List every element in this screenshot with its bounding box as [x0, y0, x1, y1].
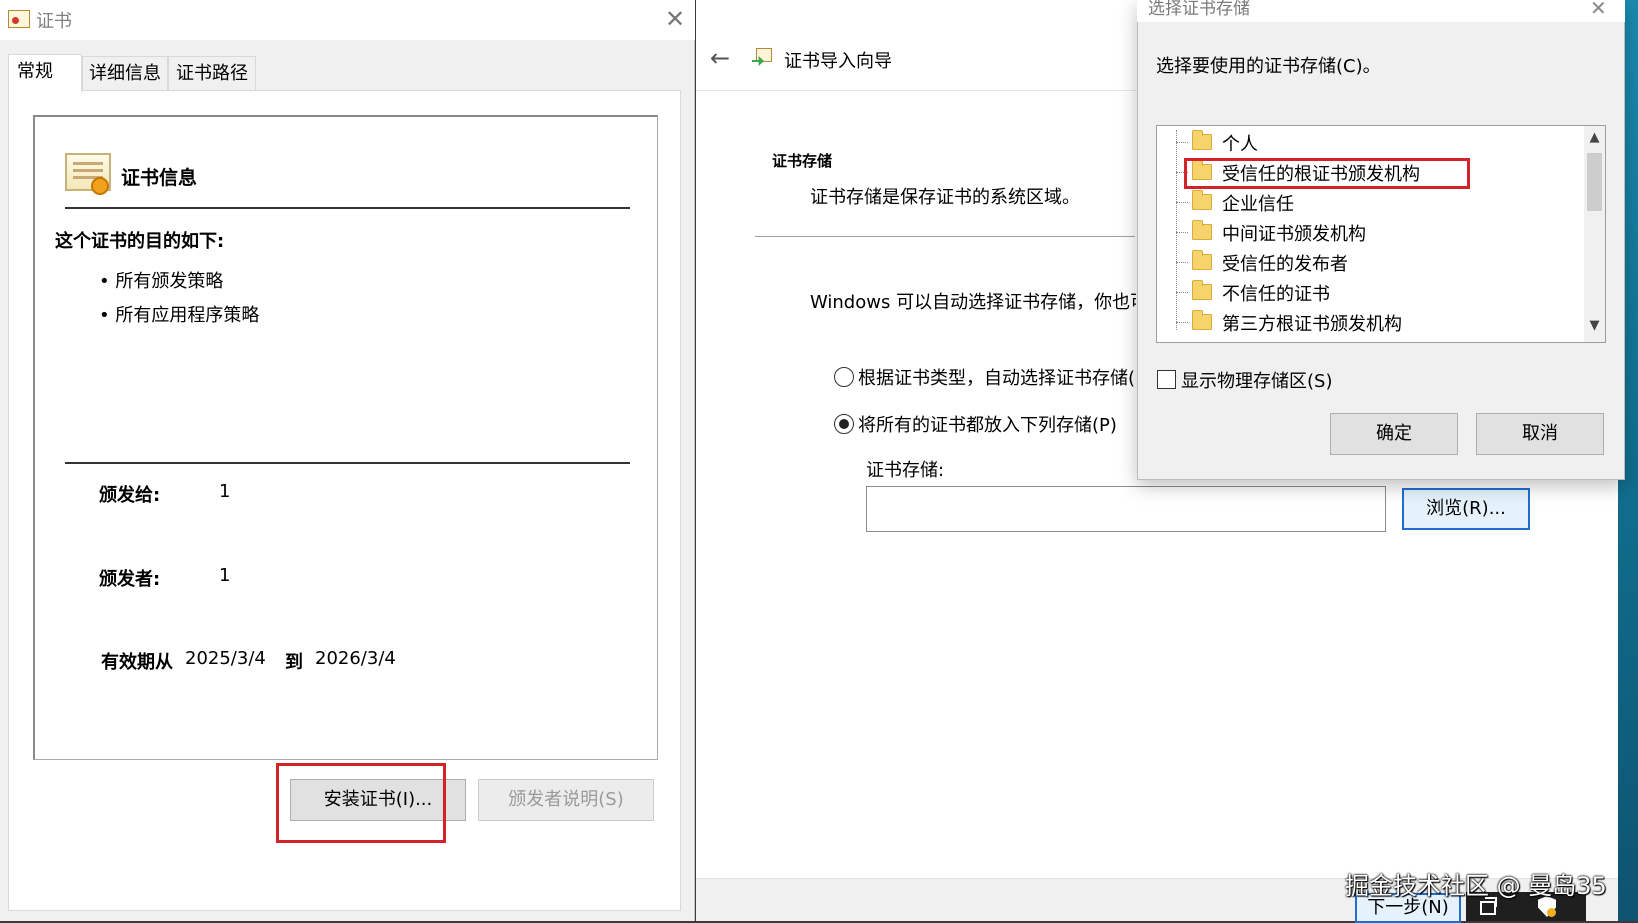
issued-by-label: 颁发者:: [99, 569, 161, 590]
folder-icon: [1192, 310, 1212, 330]
radio-auto-select-store[interactable]: [834, 367, 854, 387]
folder-icon: [1192, 220, 1212, 240]
issued-by-value: 1: [219, 565, 231, 586]
certificate-store-input[interactable]: [866, 486, 1386, 532]
tree-item-intermediate-ca[interactable]: 中间证书颁发机构: [1176, 218, 1576, 246]
wizard-import-icon: [752, 46, 774, 68]
scroll-down-icon[interactable]: ▼: [1584, 318, 1605, 336]
show-physical-stores-checkbox[interactable]: [1157, 370, 1176, 389]
store-section-description: 证书存储是保存证书的系统区域。: [810, 187, 1080, 208]
certificate-app-icon: [8, 10, 30, 28]
show-physical-stores-label[interactable]: 显示物理存储区(S): [1181, 367, 1332, 393]
valid-from-value: 2025/3/4: [185, 648, 266, 669]
highlight-box-install: [276, 763, 446, 843]
folder-icon: [1192, 250, 1212, 270]
divider: [755, 236, 1135, 237]
auto-select-explanation: Windows 可以自动选择证书存储，你也可: [810, 292, 1136, 313]
close-icon[interactable]: ✕: [660, 4, 690, 34]
wizard-title: 证书导入向导: [784, 51, 892, 72]
certificate-store-label: 证书存储:: [866, 460, 945, 481]
tree-item-third-party-root[interactable]: 第三方根证书颁发机构: [1176, 308, 1576, 336]
folder-icon: [1192, 190, 1212, 210]
issued-to-label: 颁发给:: [99, 485, 161, 506]
tab-general[interactable]: 常规: [8, 54, 82, 92]
tab-certification-path[interactable]: 证书路径: [168, 56, 256, 90]
tree-item-trusted-publishers[interactable]: 受信任的发布者: [1176, 248, 1576, 276]
close-icon[interactable]: ✕: [1590, 0, 1607, 20]
tree-item-personal[interactable]: 个人: [1176, 128, 1576, 156]
back-arrow-icon[interactable]: ←: [710, 44, 738, 72]
certificate-info-heading: 证书信息: [121, 167, 198, 189]
tab-details[interactable]: 详细信息: [82, 56, 168, 90]
certificate-info-box: 证书信息 这个证书的目的如下: 所有颁发策略 所有应用程序策略 颁发给: 1 颁…: [33, 115, 658, 760]
highlight-box-trusted-root: [1184, 158, 1470, 189]
tree-item-enterprise-trust[interactable]: 企业信任: [1176, 188, 1576, 216]
issued-to-value: 1: [219, 481, 231, 502]
valid-to-label: 到: [285, 652, 303, 673]
certificate-titlebar: 证书 ✕: [0, 0, 695, 40]
certificate-window-title: 证书: [36, 11, 72, 32]
divider: [696, 90, 1136, 91]
store-section-title: 证书存储: [772, 152, 833, 170]
radio-auto-select-label[interactable]: 根据证书类型，自动选择证书存储(: [858, 364, 1136, 390]
radio-place-in-store-label[interactable]: 将所有的证书都放入下列存储(P): [858, 411, 1117, 437]
scrollbar-thumb[interactable]: [1587, 153, 1602, 211]
divider: [65, 462, 630, 464]
valid-to-value: 2026/3/4: [315, 648, 396, 669]
certificate-icon: [65, 153, 111, 195]
tree-item-untrusted[interactable]: 不信任的证书: [1176, 278, 1576, 306]
issuer-statement-button[interactable]: 颁发者说明(S): [478, 779, 654, 821]
purpose-item: 所有颁发策略: [99, 267, 223, 293]
cancel-button[interactable]: 取消: [1476, 413, 1604, 455]
purpose-item: 所有应用程序策略: [99, 301, 259, 327]
browse-button[interactable]: 浏览(R)...: [1402, 488, 1530, 530]
scroll-up-icon[interactable]: ▲: [1584, 130, 1605, 148]
select-store-dialog-title: 选择证书存储: [1148, 0, 1250, 19]
ok-button[interactable]: 确定: [1330, 413, 1458, 455]
folder-icon: [1192, 130, 1212, 150]
watermark: 掘金技术社区 @ 曼岛35: [1345, 872, 1607, 900]
select-store-prompt: 选择要使用的证书存储(C)。: [1156, 56, 1381, 77]
divider: [65, 207, 630, 209]
folder-icon: [1192, 280, 1212, 300]
radio-place-in-store[interactable]: [834, 414, 854, 434]
purpose-heading: 这个证书的目的如下:: [55, 231, 225, 252]
valid-from-label: 有效期从: [101, 652, 173, 673]
